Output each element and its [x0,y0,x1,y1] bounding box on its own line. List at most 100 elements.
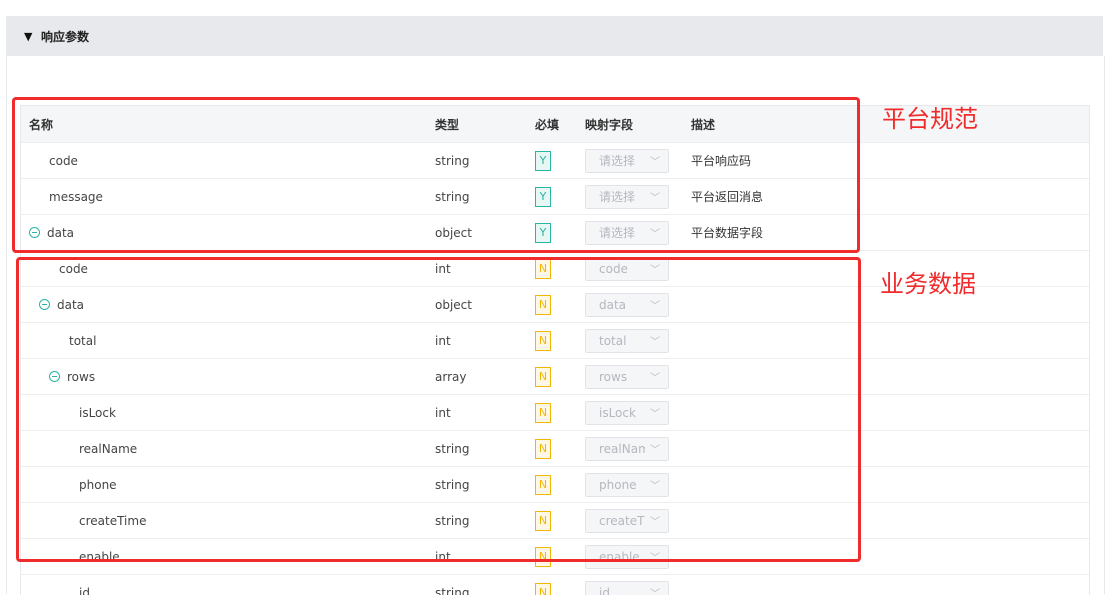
response-params-header[interactable]: ▼ 响应参数 [6,16,1103,56]
mapping-select[interactable]: 请选择 ﹀ [585,221,669,245]
param-name: realName [79,442,137,456]
table-row: total int Ntotal ﹀ [21,323,1089,359]
platform-annotation: 平台规范 [882,99,978,134]
table-row: enableintNenable﹀ [21,539,1089,575]
mapping-select[interactable]: createTime﹀ [585,509,669,533]
mapping-select[interactable]: rows ﹀ [585,365,669,389]
param-name: enable [79,550,120,564]
param-mapping-cell: total ﹀ [585,323,685,358]
required-badge[interactable]: Y [535,151,551,171]
mapping-select[interactable]: realName﹀ [585,437,669,461]
mapping-select-value: 请选择 [599,188,645,205]
param-required-cell: N [535,359,575,394]
mapping-select-value: code [599,262,645,276]
param-name: code [59,262,88,276]
required-badge[interactable]: N [535,547,551,567]
param-desc [691,251,891,286]
mapping-select[interactable]: id﹀ [585,581,669,595]
required-badge[interactable]: N [535,295,551,315]
param-desc: 平台返回消息 [691,179,891,214]
param-mapping-cell: data﹀ [585,287,685,322]
table-row: phonestringNphone﹀ [21,467,1089,503]
param-mapping-cell: enable﹀ [585,539,685,574]
required-badge[interactable]: N [535,439,551,459]
chevron-down-icon[interactable]: ﹀ [650,225,660,240]
param-type: string [435,575,525,595]
chevron-down-icon[interactable]: ﹀ [650,333,660,348]
required-badge[interactable]: N [535,403,551,423]
param-name-cell: rows [29,359,429,394]
column-header-required: 必填 [535,106,575,142]
required-badge[interactable]: N [535,511,551,531]
mapping-select[interactable]: phone ﹀ [585,473,669,497]
param-type: int [435,323,525,358]
required-badge[interactable]: Y [535,187,551,207]
mapping-select[interactable]: 请选择 ﹀ [585,149,669,173]
param-type: string [435,143,525,178]
caret-down-icon[interactable]: ▼ [24,30,36,43]
mapping-select-value: 请选择 [599,152,645,169]
param-type: int [435,395,525,430]
table-row: isLockint NisLock﹀ [21,395,1089,431]
mapping-select-value: phone [599,478,645,492]
minus-circle-icon[interactable] [49,371,60,382]
table-row: idstring Nid﹀ [21,575,1089,595]
param-desc [691,323,891,358]
required-badge[interactable]: Y [535,223,551,243]
param-name-cell: id [29,575,459,595]
param-type: string [435,431,525,466]
param-mapping-cell: code ﹀ [585,251,685,286]
mapping-select[interactable]: isLock﹀ [585,401,669,425]
minus-circle-icon[interactable] [39,299,50,310]
param-name-cell: phone [29,467,459,502]
mapping-select-value: 请选择 [599,224,645,241]
param-name-cell: isLock [29,395,459,430]
mapping-select-value: rows [599,370,645,384]
chevron-down-icon[interactable]: ﹀ [650,369,660,384]
param-mapping-cell: 请选择 ﹀ [585,179,685,214]
chevron-down-icon[interactable]: ﹀ [650,477,660,492]
required-badge[interactable]: N [535,331,551,351]
table-row: createTimestringNcreateTime﹀ [21,503,1089,539]
chevron-down-icon[interactable]: ﹀ [650,189,660,204]
param-mapping-cell: 请选择 ﹀ [585,215,685,250]
param-mapping-cell: realName﹀ [585,431,685,466]
param-desc [691,503,891,538]
required-badge[interactable]: N [535,259,551,279]
chevron-down-icon[interactable]: ﹀ [650,297,660,312]
param-desc: 平台响应码 [691,143,891,178]
param-desc [691,431,891,466]
business-annotation: 业务数据 [880,264,976,299]
required-badge[interactable]: N [535,583,551,595]
chevron-down-icon[interactable]: ﹀ [650,441,660,456]
param-mapping-cell: rows ﹀ [585,359,685,394]
mapping-select[interactable]: enable﹀ [585,545,669,569]
required-badge[interactable]: N [535,475,551,495]
param-name-cell: code [29,143,429,178]
chevron-down-icon[interactable]: ﹀ [650,153,660,168]
param-name-cell: enable [29,539,459,574]
minus-circle-icon[interactable] [29,227,40,238]
chevron-down-icon[interactable]: ﹀ [650,549,660,564]
param-type: object [435,215,525,250]
mapping-select[interactable]: total ﹀ [585,329,669,353]
param-name-cell: data [29,215,409,250]
param-desc [691,359,891,394]
mapping-select[interactable]: data﹀ [585,293,669,317]
mapping-select[interactable]: code ﹀ [585,257,669,281]
param-desc: 平台数据字段 [691,215,891,250]
param-mapping-cell: createTime﹀ [585,503,685,538]
column-header-type: 类型 [435,106,525,142]
mapping-select[interactable]: 请选择 ﹀ [585,185,669,209]
chevron-down-icon[interactable]: ﹀ [650,405,660,420]
mapping-select-value: total [599,334,645,348]
param-name-cell: data [29,287,419,322]
param-required-cell: Y [535,215,575,250]
chevron-down-icon[interactable]: ﹀ [650,261,660,276]
chevron-down-icon[interactable]: ﹀ [650,513,660,528]
param-name-cell: realName [29,431,459,466]
param-type: string [435,179,525,214]
required-badge[interactable]: N [535,367,551,387]
param-desc [691,539,891,574]
param-required-cell: N [535,287,575,322]
